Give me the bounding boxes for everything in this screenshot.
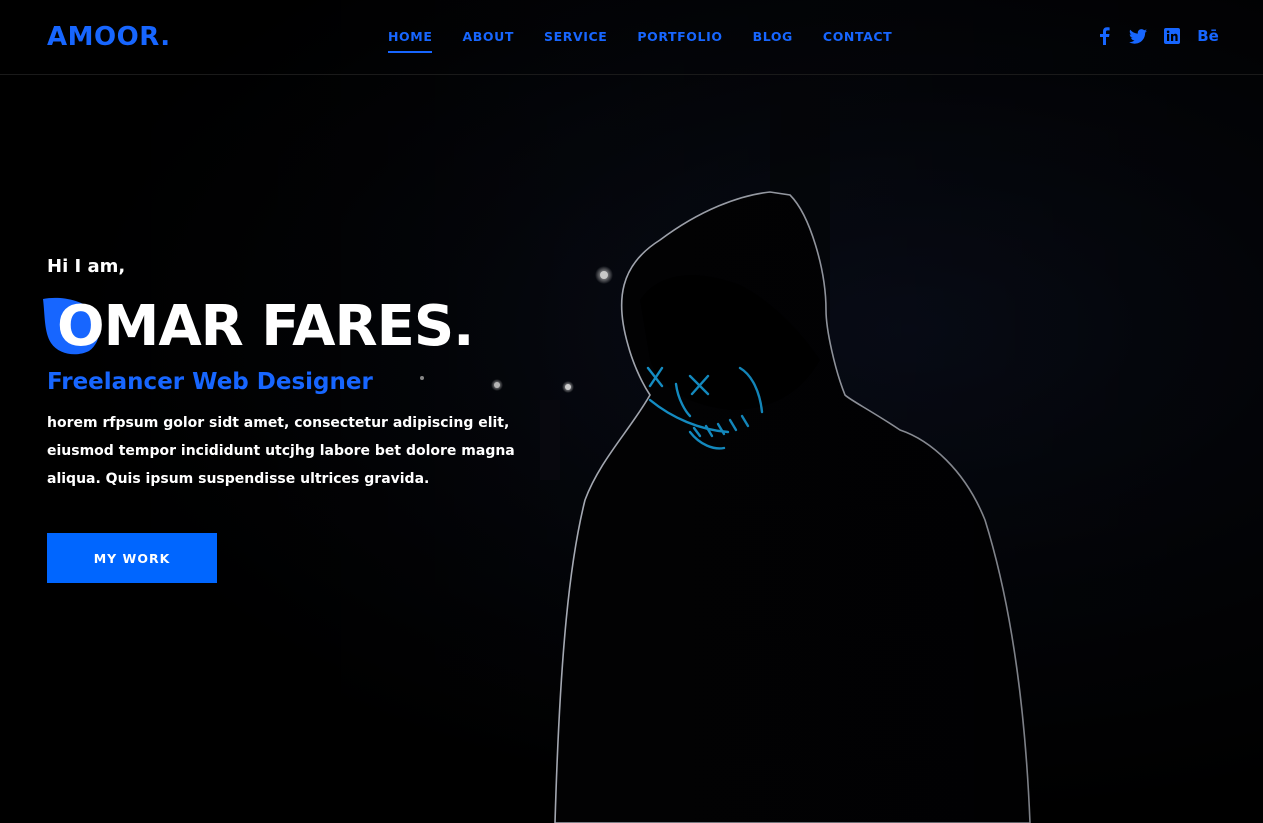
my-work-button[interactable]: MY WORK	[47, 533, 217, 583]
site-logo[interactable]: AMOOR.	[47, 22, 171, 52]
site-header: AMOOR. HOME ABOUT SERVICE PORTFOLIO BLOG…	[0, 0, 1263, 75]
nav-item-portfolio[interactable]: PORTFOLIO	[637, 29, 722, 53]
main-nav: HOME ABOUT SERVICE PORTFOLIO BLOG CONTAC…	[388, 29, 922, 53]
social-links: Bē	[1095, 27, 1219, 45]
nav-item-contact[interactable]: CONTACT	[823, 29, 892, 53]
behance-icon[interactable]: Bē	[1197, 27, 1219, 45]
nav-item-blog[interactable]: BLOG	[753, 29, 793, 53]
twitter-icon[interactable]	[1129, 27, 1147, 45]
linkedin-icon[interactable]	[1163, 27, 1181, 45]
nav-item-home[interactable]: HOME	[388, 29, 433, 53]
facebook-icon[interactable]	[1095, 27, 1113, 45]
hero-bio: horem rfpsum golor sidt amet, consectetu…	[47, 415, 515, 487]
page: AMOOR. HOME ABOUT SERVICE PORTFOLIO BLOG…	[0, 0, 1263, 823]
hero-content: Hi I am, OMAR FARES. Freelancer Web Desi…	[43, 256, 567, 507]
nav-item-service[interactable]: SERVICE	[544, 29, 607, 53]
nav-item-about[interactable]: ABOUT	[462, 29, 514, 53]
hero-name: OMAR FARES.	[57, 294, 474, 359]
hero-greeting: Hi I am,	[47, 256, 126, 277]
hero-role: Freelancer Web Designer	[47, 369, 373, 395]
hero-name-wrap: OMAR FARES.	[43, 294, 567, 367]
